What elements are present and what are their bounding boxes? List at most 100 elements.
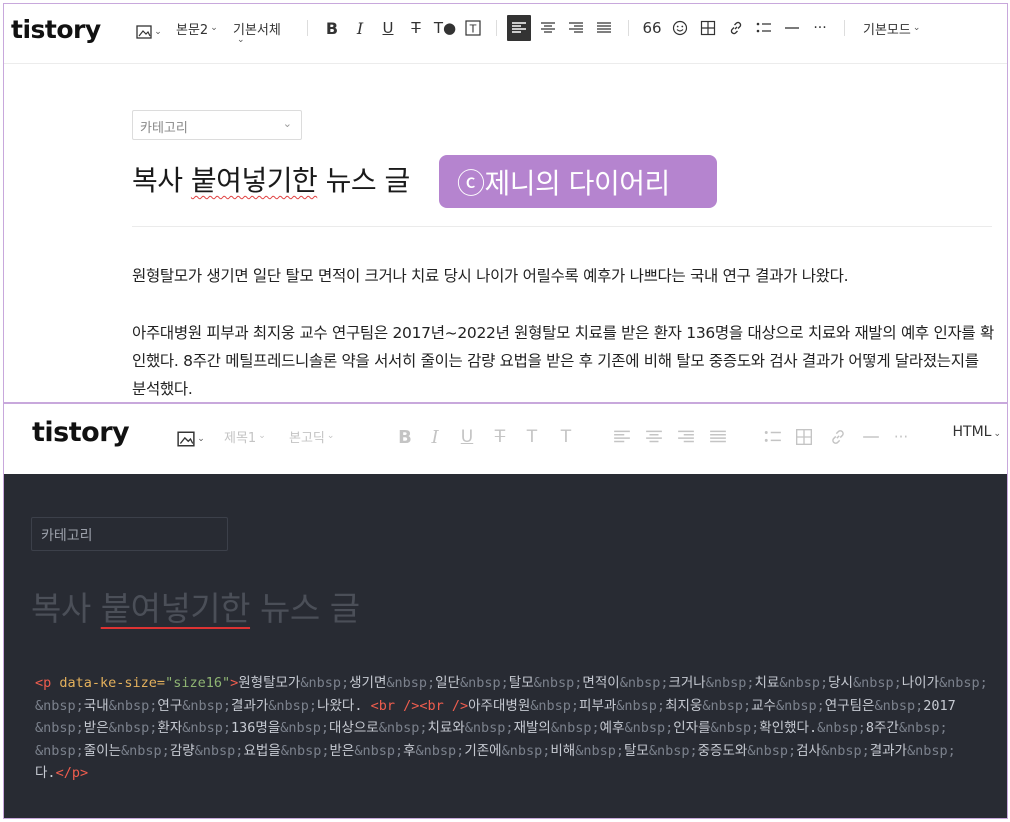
align-right-button[interactable] xyxy=(564,15,588,41)
list-button[interactable] xyxy=(752,15,776,41)
heading-dropdown: 제목1 ⌄ xyxy=(224,426,266,446)
title-text: 뉴스 글 xyxy=(317,164,411,197)
font-dropdown: 본고딕 ⌄ xyxy=(289,426,334,446)
code-line: <p data-ke-size="size16">원형탈모가&nbsp;생기면&… xyxy=(35,672,1007,695)
underline-icon: U xyxy=(460,427,474,447)
horizontal-line-icon xyxy=(863,436,879,438)
text-background-icon: T xyxy=(560,427,572,447)
bold-button: B xyxy=(393,424,417,450)
category-placeholder: 카테고리 xyxy=(41,528,93,544)
strikethrough-button[interactable]: T xyxy=(404,15,428,41)
title-text: 뉴스 글 xyxy=(250,589,360,628)
code-line: &nbsp;받은&nbsp;환자&nbsp;136명을&nbsp;대상으로&nb… xyxy=(35,717,1007,740)
code-tag: > xyxy=(230,675,239,691)
italic-button[interactable]: I xyxy=(348,15,372,41)
chevron-down-icon: ⌄ xyxy=(282,117,292,130)
align-left-button[interactable] xyxy=(507,15,531,41)
align-left-icon xyxy=(512,22,526,33)
bold-icon: B xyxy=(325,18,339,38)
code-attr: data-ke-size= xyxy=(59,675,166,691)
image-insert-button[interactable]: ⌄ xyxy=(134,19,164,45)
align-center-icon xyxy=(646,430,662,443)
text-color-button[interactable]: T● xyxy=(433,15,457,41)
post-title-input[interactable]: 복사 붙여넣기한 뉴스 글 xyxy=(132,159,410,199)
svg-text:T: T xyxy=(469,23,477,36)
editor-mode-label: 기본모드 xyxy=(863,22,911,38)
strikethrough-icon: T xyxy=(411,19,421,37)
more-icon: ··· xyxy=(813,20,827,36)
align-left-icon xyxy=(614,430,630,443)
italic-icon: I xyxy=(431,426,439,448)
quote-button[interactable]: 66 xyxy=(640,15,664,41)
image-icon xyxy=(177,431,195,447)
code-string: "size16" xyxy=(165,675,231,691)
align-justify-button[interactable] xyxy=(592,15,616,41)
body-paragraph[interactable]: 아주대병원 피부과 최지웅 교수 연구팀은 2017년~2022년 원형탈모 치… xyxy=(132,319,994,402)
code-text: 원형탈모가&nbsp;생기면&nbsp;일단&nbsp;탈모&nbsp;면적이&… xyxy=(238,675,988,691)
code-tag: <br /><br /> xyxy=(370,697,469,714)
code-text: &nbsp;국내&nbsp;연구&nbsp;결과가&nbsp;나왔다. xyxy=(35,697,371,714)
editor-toolbar: tistory ⌄ 본문2 ⌄ 기본서체 ⌄ B I U T T● T 66 ·… xyxy=(4,4,1007,64)
align-center-button xyxy=(642,424,666,450)
body-paragraph[interactable]: 원형탈모가 생기면 일단 탈모 면적이 크거나 치료 당시 나이가 어릴수록 예… xyxy=(132,262,994,290)
emoticon-button[interactable] xyxy=(668,15,692,41)
title-misspelled-word: 붙여넣기한 xyxy=(100,589,251,628)
link-button xyxy=(826,424,850,450)
code-line: &nbsp;국내&nbsp;연구&nbsp;결과가&nbsp;나왔다. <br … xyxy=(35,695,1007,718)
html-code-editor[interactable]: <p data-ke-size="size16">원형탈모가&nbsp;생기면&… xyxy=(35,672,1007,785)
toolbar-divider xyxy=(307,20,308,36)
html-mode-editor: tistory ⌄ 제목1 ⌄ 본고딕 ⌄ B I U T T T ··· HT… xyxy=(3,403,1008,819)
horizontal-line-icon xyxy=(785,27,799,29)
quote-icon: 66 xyxy=(642,19,662,37)
image-icon xyxy=(136,25,152,39)
more-options-button[interactable]: ··· xyxy=(808,15,832,41)
strikethrough-icon: T xyxy=(494,427,506,447)
align-justify-icon xyxy=(710,430,726,443)
tistory-logo[interactable]: tistory xyxy=(11,15,101,44)
align-justify-icon xyxy=(597,22,611,33)
more-options-button: ··· xyxy=(889,424,913,450)
bullet-list-icon xyxy=(756,22,771,33)
table-icon xyxy=(700,20,716,36)
tistory-logo[interactable]: tistory xyxy=(32,417,130,448)
code-tag: <p xyxy=(35,675,60,691)
underline-icon: U xyxy=(382,19,394,37)
align-center-button[interactable] xyxy=(536,15,560,41)
category-select[interactable]: 카테고리 ⌄ xyxy=(132,110,302,140)
italic-button: I xyxy=(423,424,447,450)
align-right-icon xyxy=(678,430,694,443)
chevron-down-icon: ⌄ xyxy=(912,23,921,33)
chevron-down-icon: ⌄ xyxy=(197,434,205,444)
basic-mode-editor: tistory ⌄ 본문2 ⌄ 기본서체 ⌄ B I U T T● T 66 ·… xyxy=(3,3,1008,403)
table-button[interactable] xyxy=(696,15,720,41)
horizontal-line-button[interactable] xyxy=(780,15,804,41)
italic-icon: I xyxy=(356,18,364,38)
paragraph-style-dropdown[interactable]: 본문2 ⌄ xyxy=(176,18,218,38)
link-button[interactable] xyxy=(724,15,748,41)
underline-button[interactable]: U xyxy=(376,15,400,41)
align-right-icon xyxy=(569,22,583,33)
chevron-down-icon: ⌄ xyxy=(210,23,218,33)
category-placeholder: 카테고리 xyxy=(140,121,188,136)
align-left-button xyxy=(610,424,634,450)
chevron-down-icon: ⌄ xyxy=(326,431,335,441)
editor-mode-dropdown[interactable]: 기본모드 ⌄ xyxy=(863,18,920,38)
code-line: &nbsp;줄이는&nbsp;감량&nbsp;요법을&nbsp;받은&nbsp;… xyxy=(35,740,1007,763)
editor-mode-label: HTML xyxy=(952,424,992,440)
link-icon xyxy=(730,21,742,35)
post-title-input[interactable]: 복사 붙여넣기한 뉴스 글 xyxy=(31,582,360,630)
title-text: 복사 xyxy=(31,589,101,628)
bold-button[interactable]: B xyxy=(320,15,344,41)
text-color-button: T xyxy=(520,424,544,450)
text-background-button[interactable]: T xyxy=(461,15,485,41)
category-select[interactable]: 카테고리 xyxy=(31,517,228,551)
underline-button: U xyxy=(455,424,479,450)
editor-mode-dropdown[interactable]: HTML ⌄ xyxy=(952,424,1001,440)
more-icon: ··· xyxy=(893,428,909,446)
image-insert-button[interactable]: ⌄ xyxy=(174,426,208,452)
chevron-down-icon: ⌄ xyxy=(993,429,1001,439)
horizontal-line-button xyxy=(859,424,883,450)
paragraph-style-label: 본문2 xyxy=(176,22,209,38)
strikethrough-button: T xyxy=(488,424,512,450)
toolbar-divider xyxy=(844,20,845,36)
